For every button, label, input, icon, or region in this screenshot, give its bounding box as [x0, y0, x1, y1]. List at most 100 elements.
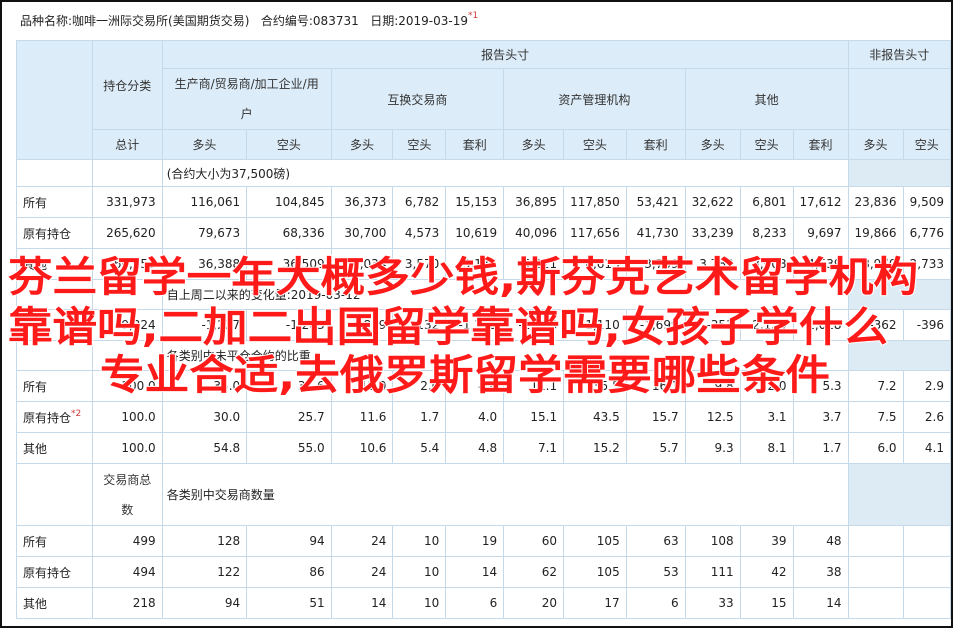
- data-cell: 1.7: [792, 432, 849, 464]
- data-cell: 10: [392, 556, 447, 588]
- data-cell: 105: [563, 556, 627, 588]
- row-label-text: 原有持仓: [23, 565, 72, 580]
- table-row: 原有持仓*2 100.0 30.0 25.7 11.6 1.7 4.0 15.1 43.5 15.…: [16, 401, 952, 433]
- data-cell: 108: [684, 525, 741, 557]
- data-cell: 7.5: [847, 401, 904, 433]
- data-cell: 51: [246, 587, 332, 619]
- data-cell: 4.8: [445, 432, 505, 464]
- data-cell: 6.0: [847, 432, 904, 464]
- data-cell: [847, 525, 904, 557]
- header-total: 总计: [91, 129, 163, 160]
- data-cell: 68,336: [246, 217, 332, 249]
- data-cell: 5.3: [792, 370, 849, 402]
- data-cell: 265,620: [91, 217, 163, 249]
- data-cell: 3.1: [739, 401, 794, 433]
- data-cell: 48: [792, 525, 849, 557]
- data-cell: 41,730: [625, 217, 686, 249]
- data-cell: 15.2: [563, 432, 627, 464]
- data-cell: [902, 556, 952, 588]
- data-cell: [902, 587, 952, 619]
- data-cell: 3,970: [847, 248, 904, 280]
- header-nonreportable-blank: [847, 68, 952, 130]
- header-swap-spread: 套利: [445, 129, 505, 160]
- row-label: 原有持仓: [16, 217, 93, 249]
- data-cell: 19,866: [847, 217, 904, 249]
- data-cell: 10.6: [330, 432, 394, 464]
- data-cell: 6,801: [739, 186, 794, 218]
- data-cell: 11.0: [330, 370, 394, 402]
- table-row: 其他 100.0 54.8 55.0 10.6 5.4 4.8 7.1 15.2 5.7 9.3 8.…: [16, 432, 952, 464]
- data-cell: 8.1: [739, 432, 794, 464]
- section-spacer: [16, 340, 93, 371]
- data-cell: 20: [503, 587, 565, 619]
- data-cell: 116,061: [161, 186, 248, 218]
- product-name: 品种名称:咖啡一洲际交易所(美国期货交易): [20, 14, 250, 28]
- row-label: 所有: [16, 186, 93, 218]
- data-cell: 6: [625, 587, 686, 619]
- table-row: 原有持仓 494 122 86 24 10 14 62 105 53 111 42 38: [16, 556, 952, 588]
- data-cell: 11.1: [503, 370, 565, 402]
- data-cell: 1.7: [392, 401, 447, 433]
- row-label-text: 所有: [23, 195, 48, 210]
- data-cell: 53: [625, 556, 686, 588]
- header-position-class: 持仓分类: [91, 40, 163, 130]
- data-cell: -1,355: [445, 309, 505, 341]
- data-cell: 66,353: [91, 248, 163, 280]
- header-reportable: 报告头寸: [161, 40, 849, 69]
- data-cell: 2.6: [902, 401, 952, 433]
- section-row: 交易商总数 各类别中交易商数量: [16, 463, 952, 526]
- table-row: 所有 100.0 35.0 31.6 11.0 2.0 4.6 11.1 35.5 16.1 9.8…: [16, 370, 952, 402]
- data-cell: 499: [91, 525, 163, 557]
- section-title: 各类别中交易商数量: [161, 463, 849, 526]
- data-cell: 4.0: [445, 401, 505, 433]
- table-row: 其他 218 94 51 14 10 6 20 17 6 33 15 14: [16, 587, 952, 619]
- header-swap-long: 多头: [330, 129, 394, 160]
- data-cell: 100.0: [91, 432, 163, 464]
- table-body: 所有 331,973 116,061 104,845 36,373 6,782 15,153…: [16, 186, 952, 619]
- header-producer: 生产商/贸易商/加工企业/用户: [161, 68, 332, 130]
- data-cell: 79,673: [161, 217, 248, 249]
- data-cell: 94: [161, 587, 248, 619]
- section-row: 各类别中未平仓合约的比重: [16, 340, 952, 371]
- data-cell: 2.9: [902, 370, 952, 402]
- data-cell: 43.5: [563, 401, 627, 433]
- data-cell: 3,008: [739, 248, 794, 280]
- data-cell: 6,776: [902, 217, 952, 249]
- data-cell: 331,973: [91, 186, 163, 218]
- row-label: 原有持仓*2: [16, 401, 93, 433]
- data-cell: 15,153: [445, 186, 505, 218]
- section-spacer: [16, 159, 93, 187]
- data-cell: 122: [161, 556, 248, 588]
- data-cell: 62: [503, 556, 565, 588]
- data-cell: 5.4: [392, 432, 447, 464]
- row-label: 所有: [16, 370, 93, 402]
- data-cell: 10: [392, 525, 447, 557]
- report-date: 日期:2019-03-19: [370, 14, 468, 28]
- data-cell: 36,373: [330, 186, 394, 218]
- data-cell: 8,233: [739, 217, 794, 249]
- data-cell: 6,782: [392, 186, 447, 218]
- data-cell: -1,227: [161, 309, 248, 341]
- data-cell: 35.0: [161, 370, 248, 402]
- header-swap-short: 空头: [392, 129, 447, 160]
- data-cell: 53,421: [625, 186, 686, 218]
- section-spacer: [16, 463, 93, 526]
- data-cell: 494: [91, 556, 163, 588]
- header-other-long: 多头: [684, 129, 741, 160]
- data-cell: 33: [684, 587, 741, 619]
- table-row: 原有持仓 265,620 79,673 68,336 30,700 4,573 10,619…: [16, 217, 952, 249]
- data-cell: 2.0: [392, 370, 447, 402]
- data-cell: 17: [563, 587, 627, 619]
- header-managed-short: 空头: [563, 129, 627, 160]
- data-cell: 111: [684, 556, 741, 588]
- data-cell: -2,134: [739, 309, 794, 341]
- data-cell: 2,733: [902, 248, 952, 280]
- data-cell: 3,783: [684, 248, 741, 280]
- row-label-text: 其他: [23, 441, 48, 456]
- row-label: 其他: [16, 587, 93, 619]
- data-cell: 100.0: [91, 401, 163, 433]
- header-corner: [16, 40, 93, 160]
- data-cell: 17,612: [792, 186, 849, 218]
- section-shade: [847, 159, 952, 187]
- data-cell: 6,613: [563, 248, 627, 280]
